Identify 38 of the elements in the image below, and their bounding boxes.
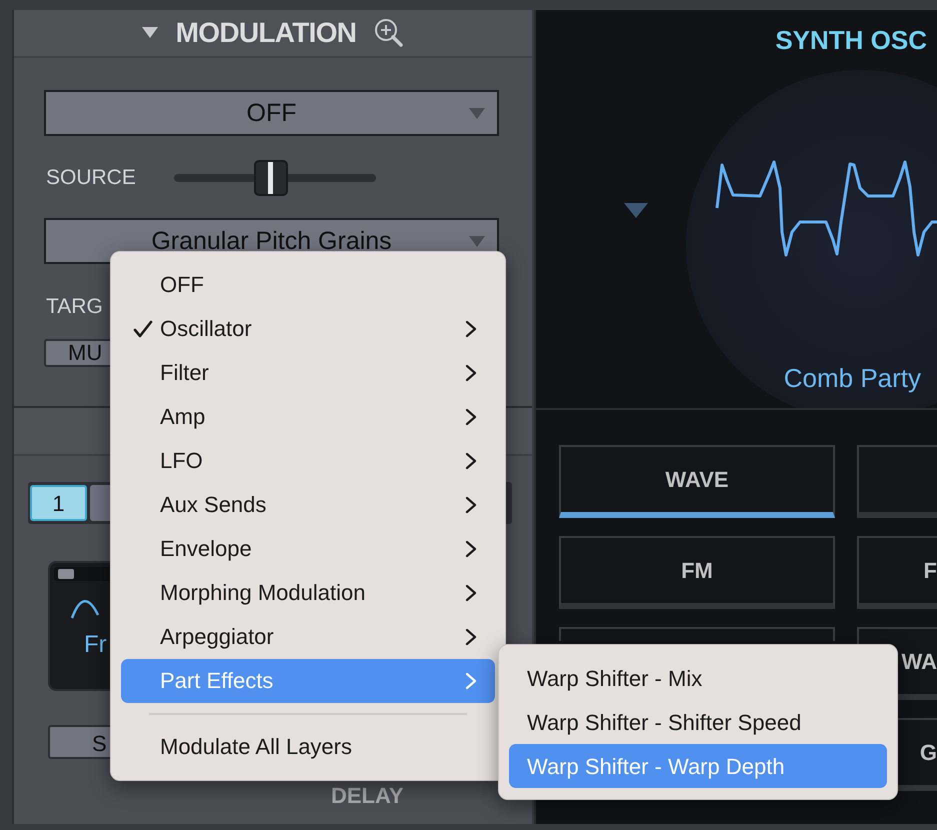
chevron-right-icon (465, 628, 477, 646)
menu-item[interactable]: Morphing Modulation (121, 571, 495, 615)
mode-button[interactable]: F (857, 536, 937, 609)
chevron-right-icon (465, 672, 477, 690)
chevron-right-icon (465, 408, 477, 426)
submenu-item[interactable]: Warp Shifter - Shifter Speed (509, 700, 887, 744)
delay-label: DELAY (331, 785, 405, 807)
submenu-item[interactable]: Warp Shifter - Mix (509, 656, 887, 700)
chevron-right-icon (465, 364, 477, 382)
mode-button[interactable]: FM (559, 536, 835, 609)
chevron-right-icon (465, 496, 477, 514)
chevron-right-icon (465, 540, 477, 558)
chevron-right-icon (465, 584, 477, 602)
caret-down-icon (469, 108, 485, 120)
panel-title: MODULATION (176, 19, 356, 47)
menu-item[interactable]: LFO (121, 439, 495, 483)
synth-osc-title: SYNTH OSC (775, 27, 927, 53)
envelope-label: Fr (84, 633, 107, 657)
menu-item[interactable]: Arpeggiator (121, 615, 495, 659)
menu-item[interactable]: Envelope (121, 527, 495, 571)
menu-item[interactable]: OFF (121, 263, 495, 307)
slider-thumb[interactable] (254, 160, 288, 196)
dropdown[interactable]: OFF (44, 90, 499, 136)
checkmark-icon (133, 320, 153, 338)
source-slider[interactable] (174, 160, 376, 196)
chevron-right-icon (465, 452, 477, 470)
zoom-in-icon[interactable] (374, 18, 404, 48)
mode-button[interactable]: WAVE (559, 445, 835, 518)
target-label: TARG (45, 296, 104, 317)
caret-down-icon (469, 236, 485, 248)
preset-name: Comb Party (784, 365, 922, 391)
layer-button[interactable]: 1 (30, 485, 87, 521)
chevron-right-icon (465, 320, 477, 338)
collapse-triangle-icon[interactable] (142, 27, 158, 39)
menu-item[interactable]: Amp (121, 395, 495, 439)
source-label: SOURCE (45, 165, 137, 192)
caret-down-icon[interactable] (624, 203, 648, 219)
menu-item[interactable]: Aux Sends (121, 483, 495, 527)
